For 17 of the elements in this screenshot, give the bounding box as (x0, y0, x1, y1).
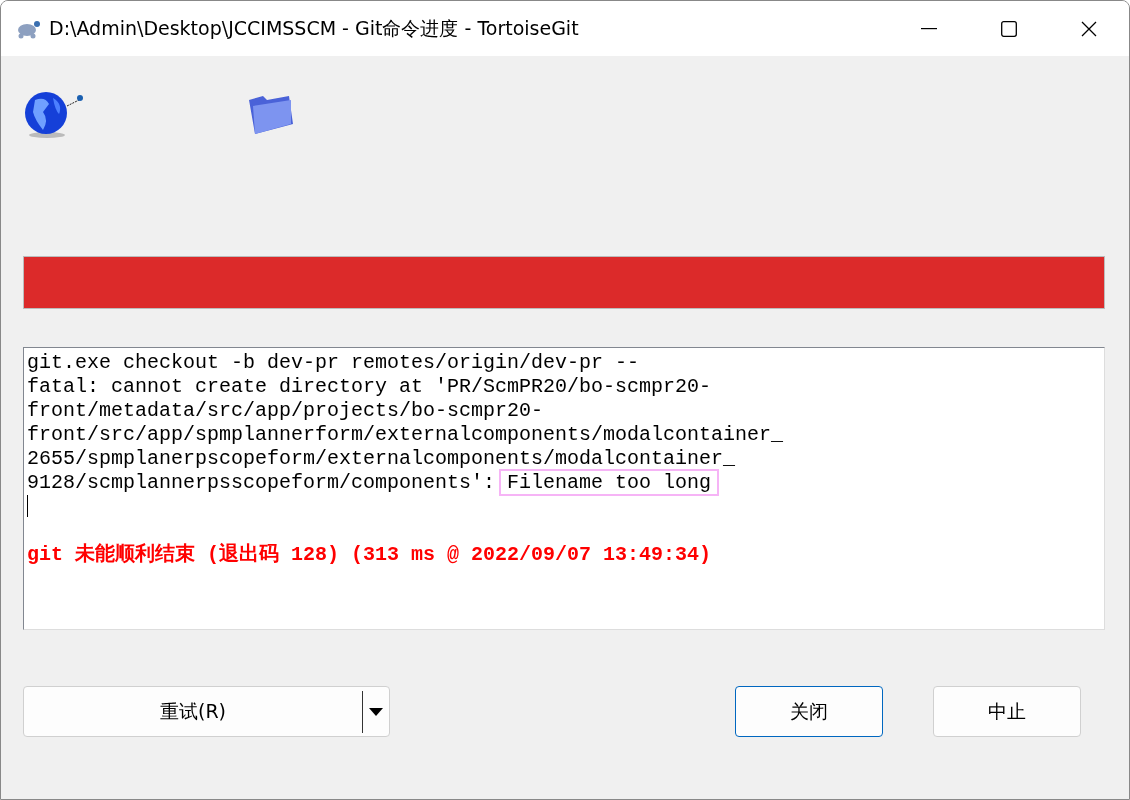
log-line: fatal: cannot create directory at 'PR/ScmPR20/bo-scmpr20- (27, 375, 712, 398)
dialog-button[interactable]: 关闭 (735, 686, 883, 737)
globe-icon (23, 90, 85, 140)
log-line: front/src/app/spmplannerform/externalcomponents/modalcontainer_ (27, 423, 784, 446)
log-line: 2655/spmplanerpscopeform/externalcomponents/modalcontainer_ (27, 447, 736, 470)
retry-button[interactable]: 重试(R) (23, 686, 390, 737)
log-line: front/metadata/src/app/projects/bo-scmpr20- (27, 399, 544, 422)
log-line: git.exe checkout -b dev-pr remotes/origin/dev-pr -- (27, 351, 640, 374)
window-title: D:\Admin\Desktop\JCCIMSSCM - Git命令进度 - TortoiseGit (49, 15, 580, 41)
close-icon[interactable] (1081, 20, 1097, 37)
error-message: git 未能顺利结束 (退出码 128) (313 ms @ 2022/09/07 13:49:34) (27, 543, 712, 566)
text-cursor (27, 495, 28, 517)
log-line: 9128/scmplannerpsscopeform/components': (27, 471, 496, 494)
highlighted-text: Filename too long (501, 471, 718, 494)
minimize-icon[interactable] (921, 27, 937, 30)
maximize-icon[interactable] (1001, 20, 1017, 37)
dialog-button[interactable]: 中止 (933, 686, 1081, 737)
